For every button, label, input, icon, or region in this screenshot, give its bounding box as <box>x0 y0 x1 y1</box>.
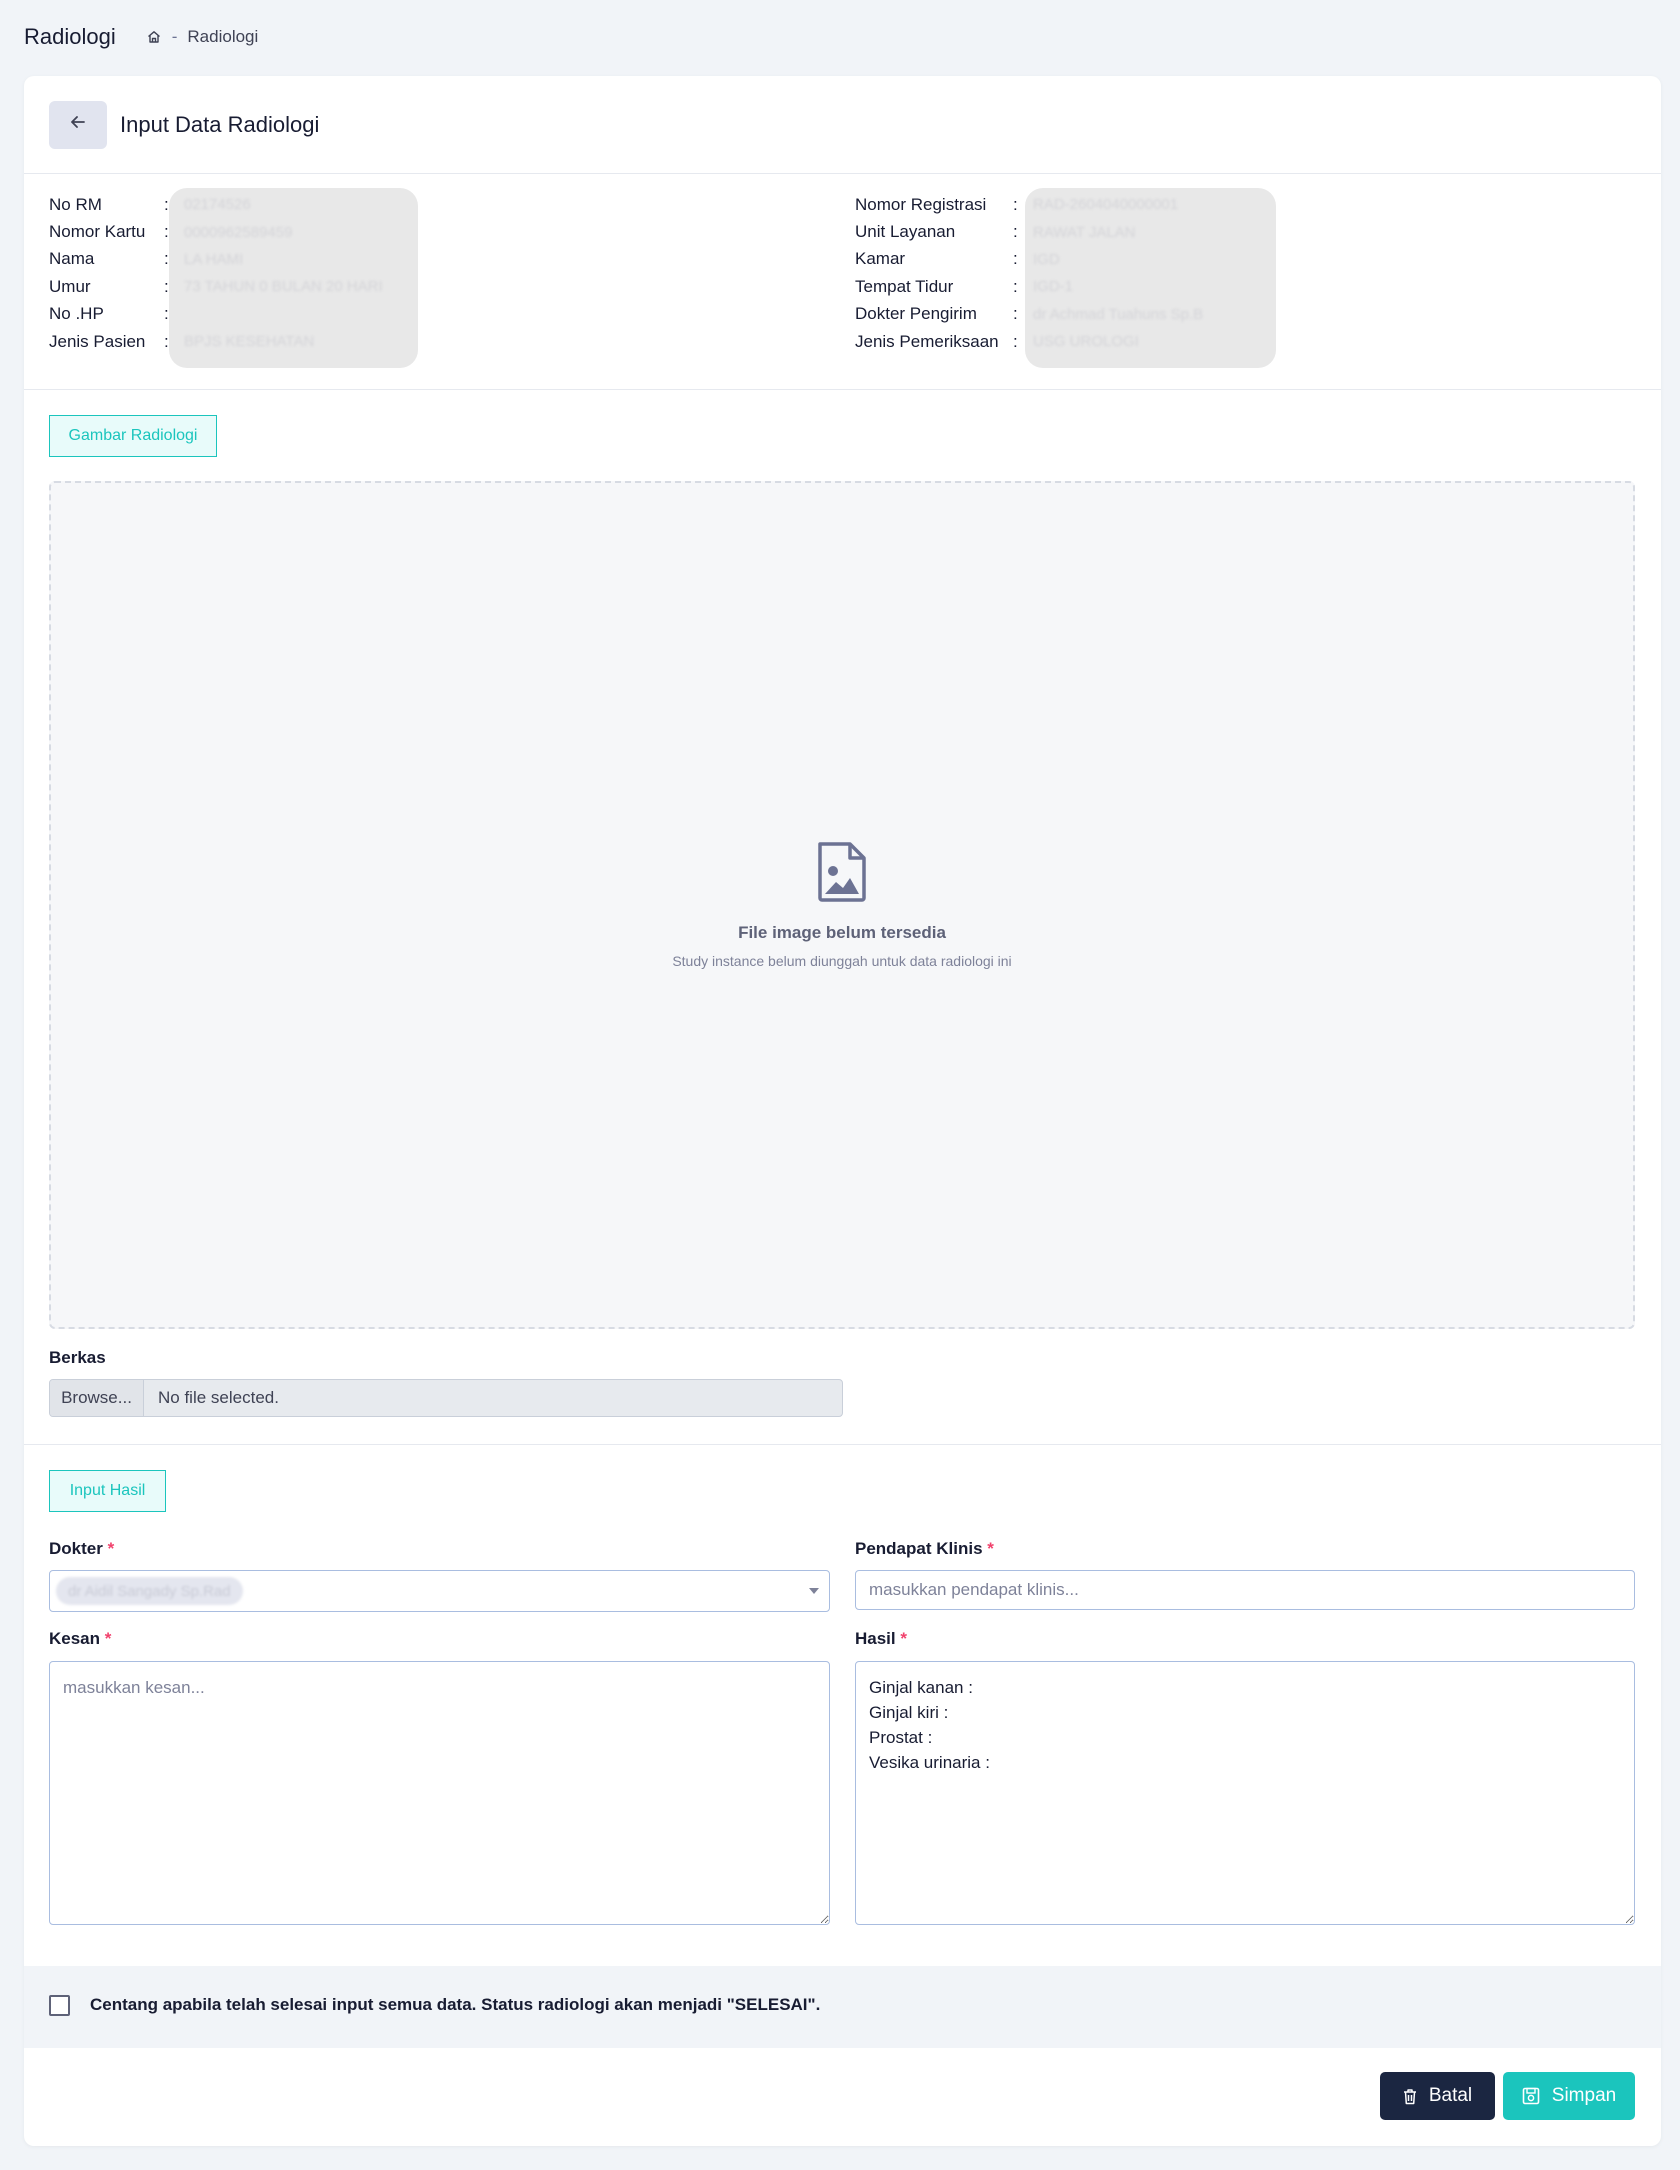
info-row-unit-layanan: Unit Layanan: RAWAT JALAN <box>855 222 1136 242</box>
info-row-no-hp: No .HP: <box>49 304 169 324</box>
info-row-no-rm: No RM:02174526 <box>49 194 251 214</box>
chevron-down-icon <box>809 1588 819 1594</box>
info-label: Nomor Kartu <box>49 222 146 242</box>
page-title: Radiologi <box>24 24 116 49</box>
pendapat-klinis-label: Pendapat Klinis * <box>855 1539 994 1558</box>
section-divider <box>24 1444 1661 1445</box>
info-value: IGD-1 <box>1033 278 1074 296</box>
hasil-textarea[interactable] <box>855 1661 1635 1925</box>
batal-label: Batal <box>1428 2085 1473 2106</box>
dokter-label: Dokter * <box>49 1539 115 1558</box>
info-label: Kamar <box>855 249 906 269</box>
trash-icon <box>1403 2088 1417 2105</box>
arrow-left-icon <box>68 112 88 137</box>
dokter-selected-chip[interactable]: dr Aidil Sangady Sp.Rad <box>56 1577 243 1605</box>
patient-info: No RM:02174526 Nomor Kartu:0000962589459… <box>24 174 1661 390</box>
card-title: Input Data Radiologi <box>120 111 320 137</box>
berkas-label: Berkas <box>49 1348 106 1367</box>
dokter-select[interactable]: dr Aidil Sangady Sp.Rad <box>49 1570 830 1612</box>
info-value: RAD-2604040000001 <box>1033 196 1179 214</box>
input-card: Input Data Radiologi No RM:02174526 Nomo… <box>24 76 1661 2146</box>
confirm-band: Centang apabila telah selesai input semu… <box>24 1966 1661 2048</box>
info-row-kamar: Kamar: IGD <box>855 249 1060 269</box>
save-icon <box>1522 2087 1540 2105</box>
page-header: Radiologi - Radiologi <box>24 20 258 54</box>
simpan-label: Simpan <box>1551 2085 1617 2106</box>
info-row-umur: Umur:73 TAHUN 0 BULAN 20 HARI <box>49 276 383 296</box>
breadcrumb: - Radiologi <box>146 27 259 47</box>
info-label: Nomor Registrasi <box>855 194 987 214</box>
info-value: dr Achmad Tuahuns Sp.B <box>1033 305 1204 323</box>
breadcrumb-separator: - <box>171 27 178 46</box>
pendapat-klinis-input[interactable] <box>855 1570 1635 1610</box>
home-icon[interactable] <box>146 29 162 45</box>
info-value: 02174526 <box>184 196 251 214</box>
image-file-icon <box>816 841 868 907</box>
info-row-nomor-kartu: Nomor Kartu:0000962589459 <box>49 222 293 242</box>
confirm-checkbox[interactable] <box>49 1995 70 2016</box>
confirm-text: Centang apabila telah selesai input semu… <box>90 1995 821 2014</box>
browse-button[interactable]: Browse... <box>50 1380 144 1416</box>
info-row-jenis-pemeriksaan: Jenis Pemeriksaan: USG UROLOGI <box>855 331 1139 351</box>
info-label: Nama <box>49 249 95 269</box>
kesan-textarea[interactable] <box>49 1661 830 1925</box>
hasil-label: Hasil * <box>855 1629 907 1648</box>
info-label: Unit Layanan <box>855 222 956 242</box>
info-value: BPJS KESEHATAN <box>184 333 315 351</box>
info-row-nama: Nama: LA HAMI <box>49 249 244 269</box>
file-status: No file selected. <box>158 1388 279 1407</box>
empty-image-subtitle: Study instance belum diunggah untuk data… <box>672 952 1012 969</box>
card-header: Input Data Radiologi <box>24 76 1661 174</box>
simpan-button[interactable]: Simpan <box>1503 2072 1635 2120</box>
required-mark: * <box>104 1629 112 1648</box>
info-row-dokter-pengirim: Dokter Pengirim: dr Achmad Tuahuns Sp.B <box>855 304 1204 324</box>
info-value: USG UROLOGI <box>1033 333 1139 351</box>
info-label: No .HP <box>49 304 104 324</box>
input-hasil-button[interactable]: Input Hasil <box>49 1470 166 1512</box>
info-label: Jenis Pasien <box>49 331 146 351</box>
patient-info-right: Nomor Registrasi: RAD-2604040000001 Unit … <box>855 191 1203 355</box>
info-value: LA HAMI <box>184 250 244 268</box>
back-button[interactable] <box>49 100 107 149</box>
breadcrumb-current: Radiologi <box>187 27 259 46</box>
info-label: Tempat Tidur <box>855 276 954 296</box>
kesan-label: Kesan * <box>49 1629 112 1648</box>
gambar-radiologi-button[interactable]: Gambar Radiologi <box>49 415 217 457</box>
empty-image-title: File image belum tersedia <box>738 922 946 942</box>
info-value: 73 TAHUN 0 BULAN 20 HARI <box>184 278 383 296</box>
info-label: Umur <box>49 276 91 296</box>
info-row-jenis-pasien: Jenis Pasien: BPJS KESEHATAN <box>49 331 315 351</box>
required-mark: * <box>987 1539 994 1558</box>
info-row-tempat-tidur: Tempat Tidur: IGD-1 <box>855 276 1074 296</box>
info-value: RAWAT JALAN <box>1033 223 1136 241</box>
image-dropzone[interactable]: File image belum tersedia Study instance… <box>49 481 1635 1329</box>
info-label: Dokter Pengirim <box>855 304 977 324</box>
required-mark: * <box>900 1629 907 1648</box>
batal-button[interactable]: Batal <box>1380 2072 1495 2120</box>
info-value: IGD <box>1033 250 1060 268</box>
patient-info-left: No RM:02174526 Nomor Kartu:0000962589459… <box>49 191 383 355</box>
file-input[interactable]: Browse... No file selected. <box>49 1379 843 1417</box>
info-label: Jenis Pemeriksaan <box>855 331 999 351</box>
info-label: No RM <box>49 194 102 214</box>
required-mark: * <box>107 1539 115 1558</box>
info-row-nomor-registrasi: Nomor Registrasi: RAD-2604040000001 <box>855 194 1179 214</box>
info-value: 0000962589459 <box>184 223 293 241</box>
